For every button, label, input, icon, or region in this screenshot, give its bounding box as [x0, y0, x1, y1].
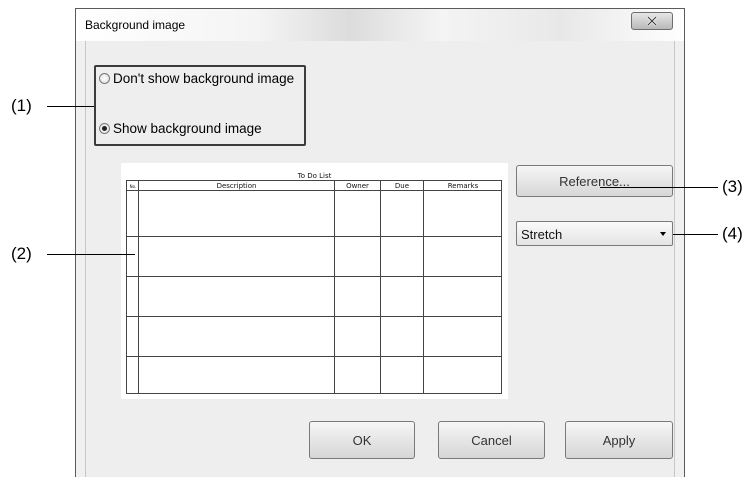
radio-button[interactable]	[99, 73, 110, 84]
todo-list-title: To Do List	[297, 172, 332, 180]
apply-button[interactable]: Apply	[565, 421, 673, 459]
column-header-description: Description	[216, 182, 257, 190]
close-icon	[647, 16, 657, 26]
callout-3: (3)	[722, 177, 743, 196]
callout-4-leader	[673, 234, 718, 235]
callout-2-leader	[47, 254, 135, 255]
title-bar[interactable]: Background image	[76, 9, 684, 41]
column-header-due: Due	[394, 182, 410, 190]
radio-label: Don't show background image	[113, 71, 295, 86]
cancel-button[interactable]: Cancel	[438, 421, 545, 459]
background-visibility-group: Don't show background image Show backgro…	[94, 65, 306, 146]
chevron-down-icon	[660, 232, 666, 236]
close-button[interactable]	[631, 12, 673, 30]
callout-1-leader	[47, 106, 94, 107]
radio-show-background[interactable]: Show background image	[99, 121, 262, 136]
radio-label: Show background image	[113, 121, 262, 136]
column-header-owner: Owner	[346, 182, 369, 190]
callout-1: (1)	[11, 96, 32, 115]
radio-button-selected[interactable]	[99, 123, 110, 134]
column-header-remarks: Remarks	[447, 182, 479, 190]
reference-button[interactable]: Reference...	[516, 165, 673, 197]
background-image-preview: To Do List No. Description Owner Due Rem…	[121, 163, 508, 399]
column-header-no: No.	[129, 184, 137, 189]
callout-4: (4)	[722, 224, 743, 243]
todo-table: No. Description Owner Due Remarks	[126, 180, 502, 394]
radio-dont-show-background[interactable]: Don't show background image	[99, 71, 294, 86]
callout-3-leader	[600, 187, 718, 188]
dialog-title: Background image	[85, 18, 186, 32]
ok-button[interactable]: OK	[309, 421, 415, 459]
display-mode-value: Stretch	[521, 227, 563, 242]
display-mode-dropdown[interactable]: Stretch	[516, 221, 673, 246]
callout-2: (2)	[11, 244, 32, 263]
